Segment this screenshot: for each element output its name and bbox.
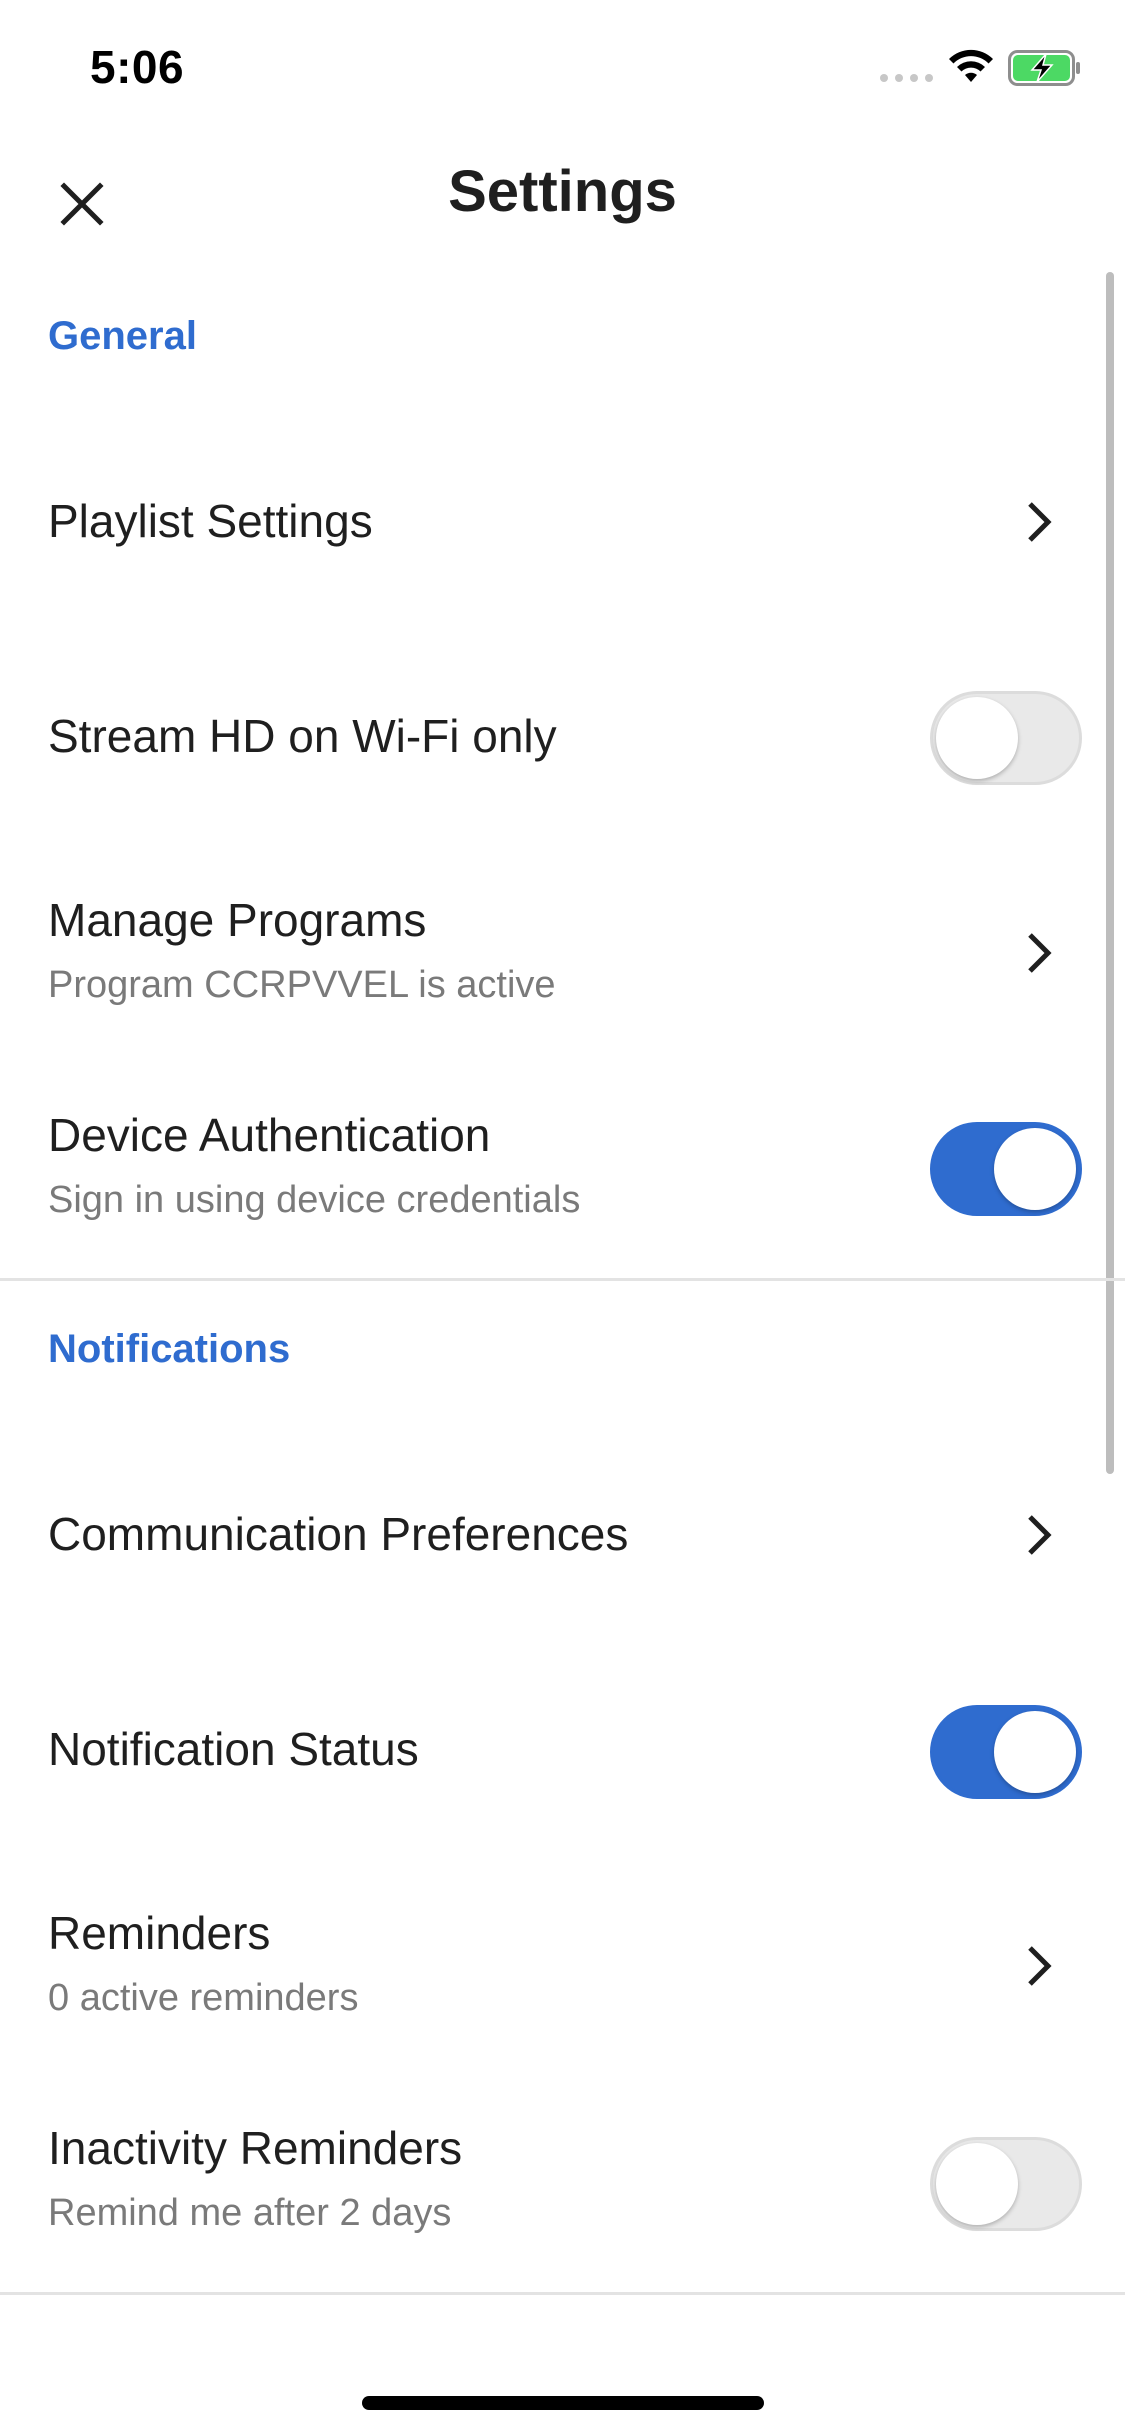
bottom-divider xyxy=(0,2292,1125,2295)
status-bar: 5:06 xyxy=(0,0,1125,132)
cellular-signal-icon xyxy=(880,74,933,82)
chevron-right-icon xyxy=(1028,502,1052,542)
inactivity-reminders-label: Inactivity Reminders xyxy=(48,2122,463,2174)
playlist-settings-row[interactable]: Playlist Settings xyxy=(0,450,1100,595)
communication-preferences-row[interactable]: Communication Preferences xyxy=(0,1463,1100,1608)
nav-bar: Settings xyxy=(0,132,1125,262)
manage-programs-subtitle: Program CCRPVVEL is active xyxy=(48,964,556,1006)
section-header-general: General xyxy=(48,314,197,358)
section-divider xyxy=(0,1278,1125,1281)
status-time: 5:06 xyxy=(90,41,185,93)
stream-hd-row[interactable]: Stream HD on Wi-Fi only xyxy=(0,665,1100,810)
reminders-subtitle: 0 active reminders xyxy=(48,1977,359,2019)
device-authentication-toggle[interactable] xyxy=(930,1122,1082,1216)
toggle-knob xyxy=(994,1711,1076,1793)
wifi-icon xyxy=(949,49,993,82)
notification-status-toggle[interactable] xyxy=(930,1705,1082,1799)
chevron-right-icon xyxy=(1028,1946,1052,1986)
manage-programs-label: Manage Programs xyxy=(48,894,427,946)
manage-programs-row[interactable]: Manage Programs Program CCRPVVEL is acti… xyxy=(0,880,1100,1025)
section-header-notifications: Notifications xyxy=(48,1327,291,1371)
battery-charging-icon xyxy=(1008,50,1080,86)
notification-status-row[interactable]: Notification Status xyxy=(0,1678,1100,1823)
reminders-label: Reminders xyxy=(48,1907,271,1959)
device-authentication-subtitle: Sign in using device credentials xyxy=(48,1179,581,1221)
communication-preferences-label: Communication Preferences xyxy=(48,1508,629,1560)
stream-hd-toggle[interactable] xyxy=(930,691,1082,785)
inactivity-reminders-row[interactable]: Inactivity Reminders Remind me after 2 d… xyxy=(0,2108,1100,2253)
playlist-settings-label: Playlist Settings xyxy=(48,495,373,547)
home-indicator[interactable] xyxy=(362,2396,764,2410)
chevron-right-icon xyxy=(1028,1515,1052,1555)
page-title: Settings xyxy=(448,159,677,224)
toggle-knob xyxy=(936,697,1018,779)
chevron-right-icon xyxy=(1028,933,1052,973)
notification-status-label: Notification Status xyxy=(48,1723,419,1775)
toggle-knob xyxy=(936,2143,1018,2225)
scroll-indicator[interactable] xyxy=(1106,272,1114,1474)
device-authentication-row[interactable]: Device Authentication Sign in using devi… xyxy=(0,1095,1100,1240)
device-authentication-label: Device Authentication xyxy=(48,1109,491,1161)
reminders-row[interactable]: Reminders 0 active reminders xyxy=(0,1893,1100,2038)
toggle-knob xyxy=(994,1128,1076,1210)
inactivity-reminders-toggle[interactable] xyxy=(930,2137,1082,2231)
inactivity-reminders-subtitle: Remind me after 2 days xyxy=(48,2192,452,2234)
stream-hd-label: Stream HD on Wi-Fi only xyxy=(48,710,557,762)
